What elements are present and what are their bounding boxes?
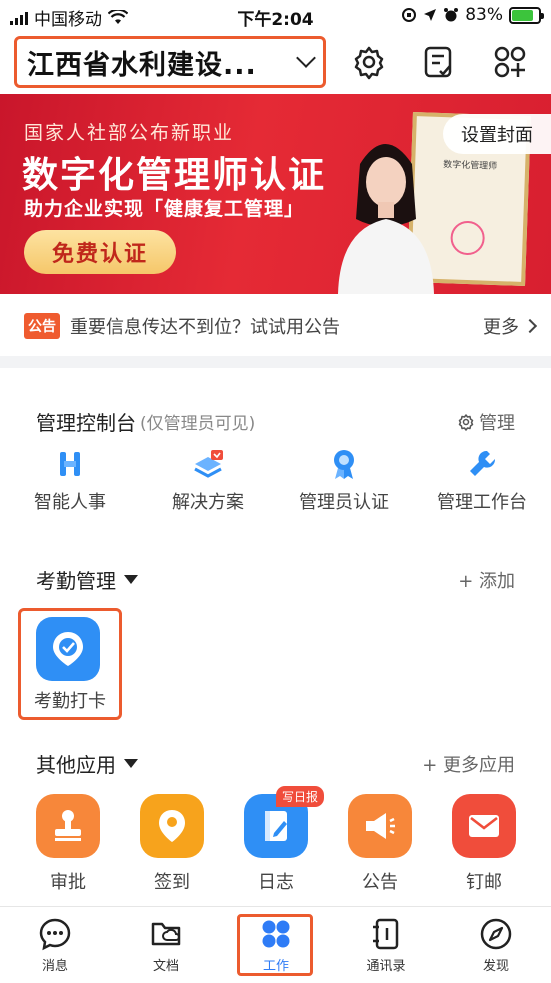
admin-console-header: 管理控制台 (仅管理员可见) [36,407,255,436]
admin-console-note: (仅管理员可见) [140,414,256,434]
add-app-icon[interactable] [492,44,528,80]
more-apps-button[interactable]: + 更多应用 [422,751,515,777]
app-label: 公告 [362,872,398,893]
manage-label: 管理 [479,413,515,434]
battery-icon [509,6,544,24]
admin-item-solutions[interactable]: 解决方案 [138,448,278,514]
alarm-icon [444,8,459,22]
banner-subtitle: 助力企业实现「健康复工管理」 [24,198,305,220]
tab-messages[interactable]: 消息 [15,917,95,974]
location-pin-icon [140,794,204,858]
attendance-header[interactable]: 考勤管理 [36,565,138,594]
status-bar: 中国移动 下午2:04 83% [0,0,551,30]
tab-label: 文档 [152,959,179,974]
todo-list-icon[interactable] [421,44,457,80]
app-log[interactable]: 写日报 日志 [236,786,324,894]
solution-icon [194,450,223,478]
section-divider [0,356,551,368]
org-name: 江西省水利建设... [27,49,257,81]
app-approval[interactable]: 审批 [28,794,108,894]
manage-button[interactable]: 管理 [457,409,515,435]
chevron-down-icon [296,48,316,68]
admin-item-label: 解决方案 [172,492,244,513]
chevron-right-icon [522,318,538,334]
banner-title: 数字化管理师认证 [22,155,327,196]
mail-icon [452,794,516,858]
promo-banner[interactable]: 国家人社部公布新职业 数字化管理师认证 助力企业实现「健康复工管理」 免费认证 … [0,94,551,294]
work-tab-highlight [237,914,313,976]
admin-item-label: 智能人事 [34,492,106,513]
app-check-in[interactable]: 签到 [132,794,212,894]
set-cover-button[interactable]: 设置封面 [443,114,551,154]
location-arrow-icon [424,9,437,21]
attendance-title: 考勤管理 [36,569,116,593]
contacts-icon [373,918,399,950]
app-label: 签到 [154,872,190,893]
app-label: 审批 [50,872,86,893]
stamp-icon [36,794,100,858]
tab-label: 通讯录 [366,959,406,974]
attendance-punch-app[interactable]: 考勤打卡 [18,608,122,720]
person-photo [338,144,434,294]
caret-down-icon [124,759,138,768]
other-apps-header[interactable]: 其他应用 [36,749,138,778]
announcement-tag: 公告 [24,313,60,339]
gear-icon [458,414,474,431]
tab-contacts[interactable]: 通讯录 [346,917,426,974]
admin-tools: 智能人事 解决方案 管理员认证 管理工作台 [0,448,551,528]
attendance-check-icon [36,617,100,681]
chat-icon [39,918,71,951]
workbench-icon [470,450,496,476]
org-selector[interactable]: 江西省水利建设... [14,36,326,88]
gear-icon[interactable] [351,44,387,80]
admin-item-workbench[interactable]: 管理工作台 [412,448,551,514]
other-apps-grid: 审批 签到 写日报 日志 公告 钉邮 [0,786,551,894]
folder-icon [151,922,181,946]
more-label: 更多 [483,317,519,338]
smart-hr-icon [60,452,80,476]
other-apps-title: 其他应用 [36,753,116,777]
battery-percent: 83% [465,5,503,25]
megaphone-icon [348,794,412,858]
tab-discover[interactable]: 发现 [456,917,536,974]
header: 江西省水利建设... [0,34,551,90]
add-attendance-button[interactable]: + 添加 [458,567,515,593]
announcement-text: 重要信息传达不到位？试试用公告 [70,317,340,338]
compass-icon [480,918,512,950]
banner-line1: 国家人社部公布新职业 [24,122,235,144]
app-label: 钉邮 [466,872,502,893]
admin-item-admin-cert[interactable]: 管理员认证 [274,448,414,514]
admin-item-smart-hr[interactable]: 智能人事 [0,448,140,514]
caret-down-icon [124,575,138,584]
write-daily-report-badge: 写日报 [275,786,324,807]
admin-cert-icon [334,450,354,479]
tab-documents[interactable]: 文档 [126,917,206,974]
admin-item-label: 管理工作台 [437,492,527,513]
log-icon: 写日报 [244,786,324,858]
app-ding-mail[interactable]: 钉邮 [444,794,524,894]
announcement-bar[interactable]: 公告 重要信息传达不到位？试试用公告 更多 [0,296,551,356]
certificate-seal [450,220,486,256]
admin-item-label: 管理员认证 [299,492,389,513]
free-certify-button[interactable]: 免费认证 [24,230,176,274]
more-link[interactable]: 更多 [483,313,538,339]
admin-console-title: 管理控制台 [36,411,136,435]
attendance-punch-label: 考勤打卡 [34,691,106,712]
orientation-lock-icon [402,8,417,22]
app-announcement[interactable]: 公告 [340,794,420,894]
tab-label: 发现 [482,959,509,974]
tab-label: 消息 [41,959,68,974]
app-label: 日志 [258,872,294,893]
